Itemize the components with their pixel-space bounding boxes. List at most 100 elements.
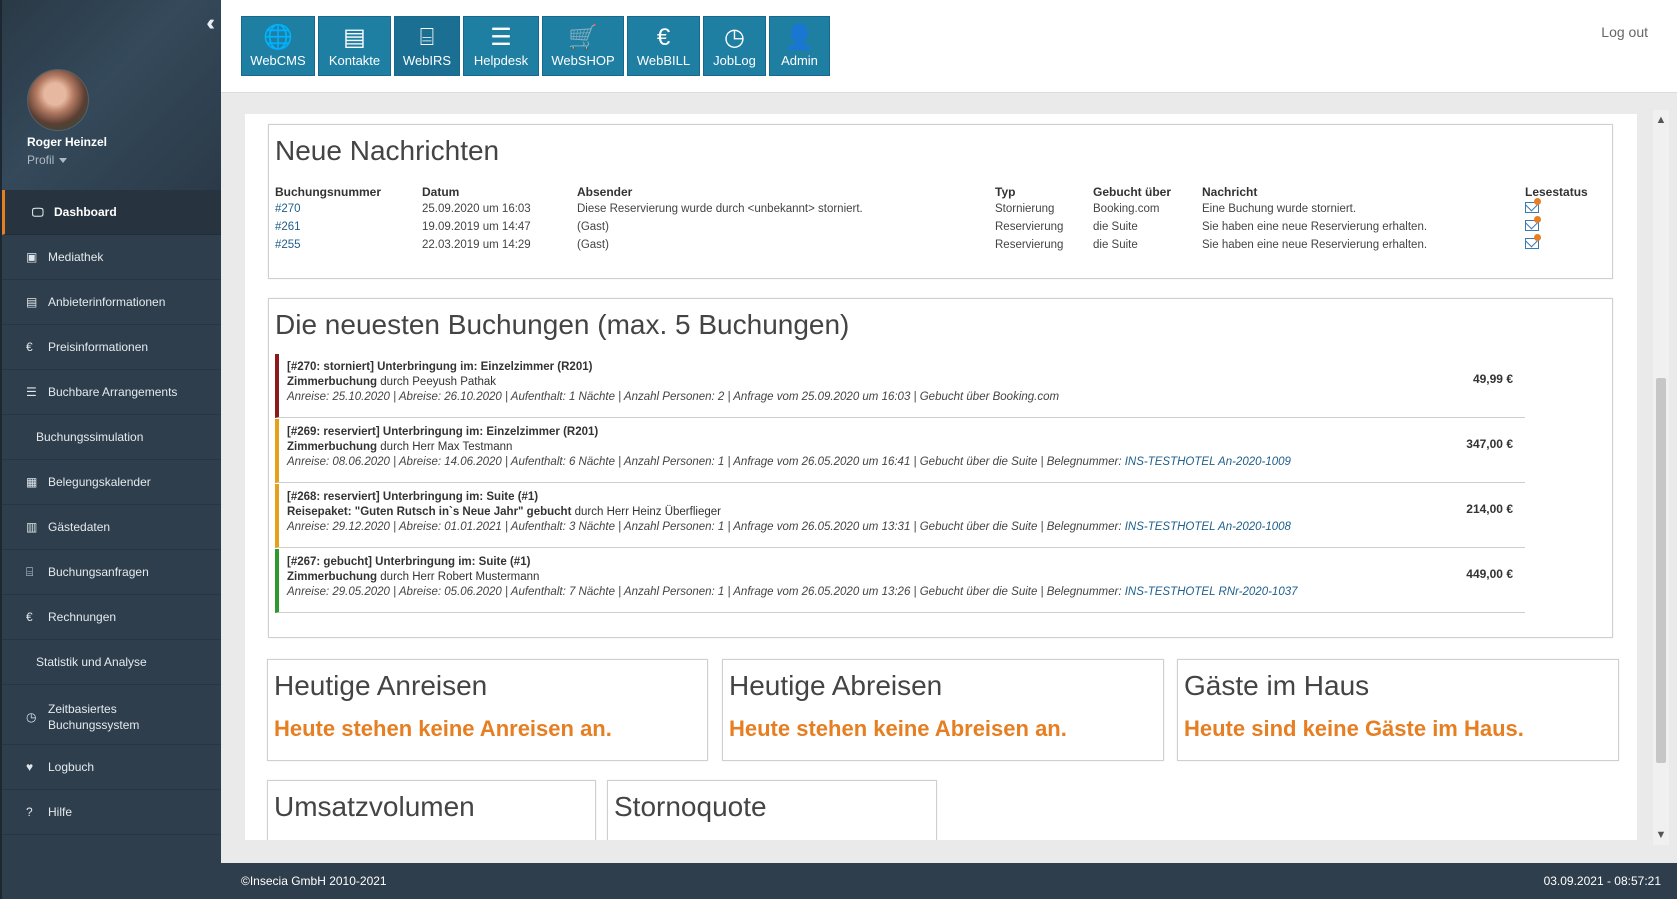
bed-icon: ⌸ xyxy=(26,564,34,579)
cancel-rate-title: Stornoquote xyxy=(614,791,767,822)
footer-datetime: 03.09.2021 - 08:57:21 xyxy=(1543,874,1661,888)
revenue-panel: Umsatzvolumen xyxy=(267,780,596,840)
euro-icon: € xyxy=(26,610,33,624)
booking-price: 449,00 € xyxy=(1466,567,1513,581)
booking-entry[interactable]: [#269: reserviert] Unterbringung im: Ein… xyxy=(275,419,1525,483)
document-number-link[interactable]: INS-TESTHOTEL An-2020-1009 xyxy=(1125,456,1291,468)
unread-mail-icon[interactable] xyxy=(1525,198,1541,213)
app-button-kontakte[interactable]: ▤ Kontakte xyxy=(318,16,391,76)
cell-sender: Diese Reservierung wurde durch <unbekann… xyxy=(577,203,863,215)
sidebar-item-buchungsanfragen[interactable]: ⌸ Buchungsanfragen xyxy=(2,550,221,595)
booking-type: Zimmerbuchung xyxy=(287,571,378,583)
booking-guest: durch Herr Robert Mustermann xyxy=(377,571,540,583)
booking-type: Zimmerbuchung xyxy=(287,441,378,453)
sidebar-item-preisinformationen[interactable]: € Preisinformationen xyxy=(2,325,221,370)
app-button-label: JobLog xyxy=(713,52,756,68)
sidebar-item-logbuch[interactable]: ♥ Logbuch xyxy=(2,745,221,790)
avatar[interactable] xyxy=(27,69,89,131)
booking-guest: durch Herr Heinz Überflieger xyxy=(571,506,721,518)
sidebar-item-mediathek[interactable]: ▣ Mediathek xyxy=(2,235,221,280)
bookings-panel: Die neuesten Buchungen (max. 5 Buchungen… xyxy=(268,298,1613,638)
sidebar-item-label: Gästedaten xyxy=(48,520,111,534)
table-row: #255 22.03.2019 um 14:29 (Gast) Reservierun… xyxy=(275,234,1605,255)
bed-icon: ⌸ xyxy=(419,23,435,51)
sidebar-item-label: Preisinformationen xyxy=(48,340,149,354)
globe-icon: 🌐 xyxy=(263,23,293,51)
unread-mail-icon[interactable] xyxy=(1525,216,1541,231)
booking-type: Reisepaket: "Guten Rutsch in`s Neue Jahr… xyxy=(287,506,572,518)
booking-number-link[interactable]: #255 xyxy=(275,239,301,251)
cell-sender: (Gast) xyxy=(577,239,609,251)
booking-price: 214,00 € xyxy=(1466,502,1513,516)
sidebar-item-label: Rechnungen xyxy=(48,610,117,624)
sidebar: ‹‹ Roger Heinzel Profil 🖵 Dashboard ▣ Media… xyxy=(0,0,221,899)
sidebar-item-dashboard[interactable]: 🖵 Dashboard xyxy=(2,190,221,235)
sidebar-item-label: Belegungskalender xyxy=(48,475,151,489)
booking-type-line: Zimmerbuchung durch Peeyush Pathak xyxy=(287,375,1525,390)
profile-menu[interactable]: Profil xyxy=(27,153,68,167)
cart-icon: 🛒 xyxy=(568,23,598,51)
user-icon: 👤 xyxy=(784,23,815,51)
booking-entry[interactable]: [#270: storniert] Unterbringung im: Einz… xyxy=(275,354,1525,418)
booking-meta: Anreise: 29.05.2020 | Abreise: 05.06.202… xyxy=(287,585,1525,600)
messages-title: Neue Nachrichten xyxy=(275,135,500,166)
cell-type: Reservierung xyxy=(995,239,1064,251)
table-row: #261 19.09.2019 um 14:47 (Gast) Reservierun… xyxy=(275,216,1605,237)
sidebar-item-hilfe[interactable]: ? Hilfe xyxy=(2,790,221,835)
booking-meta: Anreise: 25.10.2020 | Abreise: 26.10.202… xyxy=(287,390,1525,405)
sidebar-item-label: Logbuch xyxy=(48,760,95,774)
booking-title: [#269: reserviert] Unterbringung im: Ein… xyxy=(287,426,599,438)
sidebar-item-belegungskalender[interactable]: ▦ Belegungskalender xyxy=(2,460,221,505)
euro-icon: € xyxy=(26,340,33,354)
messages-table: Buchungsnummer Datum Absender Typ Gebuch… xyxy=(275,185,1605,255)
unread-mail-icon[interactable] xyxy=(1525,234,1541,249)
sidebar-item-anbieterinformationen[interactable]: ▤ Anbieterinformationen xyxy=(2,280,221,325)
booking-entry[interactable]: [#267: gebucht] Unterbringung im: Suite … xyxy=(275,549,1525,613)
app-button-label: Helpdesk xyxy=(473,52,529,68)
sidebar-item-buchungssimulation[interactable]: Buchungssimulation xyxy=(2,415,221,460)
app-button-joblog[interactable]: ◷ JobLog xyxy=(703,16,766,76)
document-number-link[interactable]: INS-TESTHOTEL RNr-2020-1037 xyxy=(1125,586,1298,598)
app-button-label: WebIRS xyxy=(402,52,452,68)
sidebar-item-rechnungen[interactable]: € Rechnungen xyxy=(2,595,221,640)
list-icon: ☰ xyxy=(490,23,512,51)
cell-read-status xyxy=(1525,234,1605,255)
app-button-webcms[interactable]: 🌐 WebCMS xyxy=(241,16,315,76)
logout-link[interactable]: Log out xyxy=(1601,24,1648,40)
departures-message: Heute stehen keine Abreisen an. xyxy=(729,716,1067,741)
cell-message: Sie haben eine neue Reservierung erhalte… xyxy=(1202,221,1428,233)
sidebar-item-label: Buchungssimulation xyxy=(36,430,144,444)
app-button-admin[interactable]: 👤 Admin xyxy=(769,16,830,76)
booking-number-link[interactable]: #270 xyxy=(275,203,301,215)
collapse-sidebar-icon[interactable]: ‹‹ xyxy=(206,10,214,36)
app-button-webirs[interactable]: ⌸ WebIRS xyxy=(394,16,460,76)
booking-guest: durch Herr Max Testmann xyxy=(377,441,513,453)
app-button-webshop[interactable]: 🛒 WebSHOP xyxy=(542,16,624,76)
booking-entry[interactable]: [#268: reserviert] Unterbringung im: Sui… xyxy=(275,484,1525,548)
id-card-icon: ▤ xyxy=(26,295,38,309)
sidebar-profile-area: ‹‹ Roger Heinzel Profil xyxy=(2,0,221,190)
app-button-webbill[interactable]: € WebBILL xyxy=(627,16,700,76)
app-button-helpdesk[interactable]: ☰ Helpdesk xyxy=(463,16,539,76)
booking-number-link[interactable]: #261 xyxy=(275,221,301,233)
user-name: Roger Heinzel xyxy=(27,135,108,149)
column-header: Typ xyxy=(995,185,1016,199)
sidebar-item-statistik-und-analyse[interactable]: Statistik und Analyse xyxy=(2,640,221,685)
app-button-label: WebBILL xyxy=(636,52,691,68)
scroll-down-icon[interactable]: ▼ xyxy=(1653,827,1669,843)
image-icon: ▣ xyxy=(26,250,38,264)
guests-message: Heute sind keine Gäste im Haus. xyxy=(1184,716,1524,741)
bookings-title: Die neuesten Buchungen (max. 5 Buchungen… xyxy=(275,309,850,340)
booking-price: 49,99 € xyxy=(1472,372,1513,386)
cell-message: Eine Buchung wurde storniert. xyxy=(1202,203,1357,215)
app-button-label: Admin xyxy=(781,52,818,68)
document-number-link[interactable]: INS-TESTHOTEL An-2020-1008 xyxy=(1125,521,1291,533)
sidebar-item-gästedaten[interactable]: ▥ Gästedaten xyxy=(2,505,221,550)
scroll-thumb[interactable] xyxy=(1656,378,1666,763)
content-scrollbar[interactable]: ▲ ▼ xyxy=(1653,110,1669,845)
sidebar-item-buchbare-arrangements[interactable]: ☰ Buchbare Arrangements xyxy=(2,370,221,415)
cell-number: #261 xyxy=(275,219,422,237)
messages-panel: Neue Nachrichten Buchungsnummer Datum Ab… xyxy=(268,124,1613,279)
scroll-up-icon[interactable]: ▲ xyxy=(1653,112,1669,128)
sidebar-item-zeitbasiertes-buchungssystem[interactable]: ◷ Zeitbasiertes Buchungssystem xyxy=(2,685,221,745)
